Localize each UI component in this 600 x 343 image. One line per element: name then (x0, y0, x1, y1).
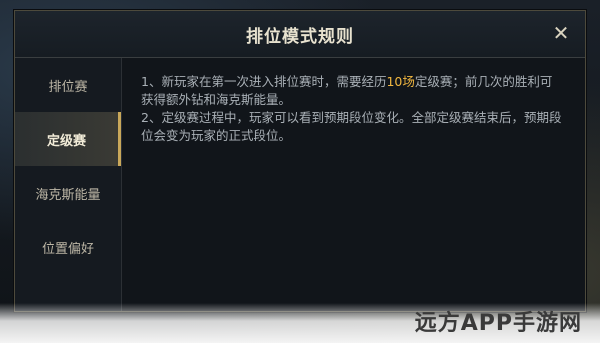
sidebar-item-ranked[interactable]: 排位赛 (15, 58, 121, 112)
sidebar-item-label: 位置偏好 (41, 241, 94, 257)
watermark-band: 远方APP手游网 (0, 303, 600, 343)
rule-paragraph-1: 1、新玩家在第一次进入排位赛时，需要经历10场定级赛；前几次的胜利可获得额外钻和… (141, 73, 563, 109)
sidebar: 排位赛 定级赛 海克斯能量 位置偏好 (15, 58, 122, 311)
watermark-text: 远方APP手游网 (414, 311, 582, 336)
sidebar-item-label: 定级赛 (46, 133, 86, 149)
rules-content: 1、新玩家在第一次进入排位赛时，需要经历10场定级赛；前几次的胜利可获得额外钻和… (141, 73, 563, 145)
highlight-count: 10场 (386, 74, 415, 89)
dialog-header: 排位模式规则 ✕ (15, 11, 585, 58)
close-icon[interactable]: ✕ (551, 23, 571, 43)
sidebar-item-placement[interactable]: 定级赛 (15, 112, 121, 166)
dialog-title: 排位模式规则 (246, 26, 354, 47)
rule-text: 1、新玩家在第一次进入排位赛时，需要经历 (141, 74, 387, 89)
sidebar-item-hextech-energy[interactable]: 海克斯能量 (15, 166, 121, 220)
sidebar-item-position-preference[interactable]: 位置偏好 (15, 220, 121, 274)
rule-paragraph-2: 2、定级赛过程中，玩家可以看到预期段位变化。全部定级赛结束后，预期段位会变为玩家… (141, 110, 562, 143)
sidebar-item-label: 排位赛 (48, 79, 88, 95)
sidebar-item-label: 海克斯能量 (35, 187, 101, 203)
rules-dialog: 排位模式规则 ✕ 排位赛 定级赛 海克斯能量 位置偏好 1、新玩家在第一次进入排… (14, 10, 586, 312)
